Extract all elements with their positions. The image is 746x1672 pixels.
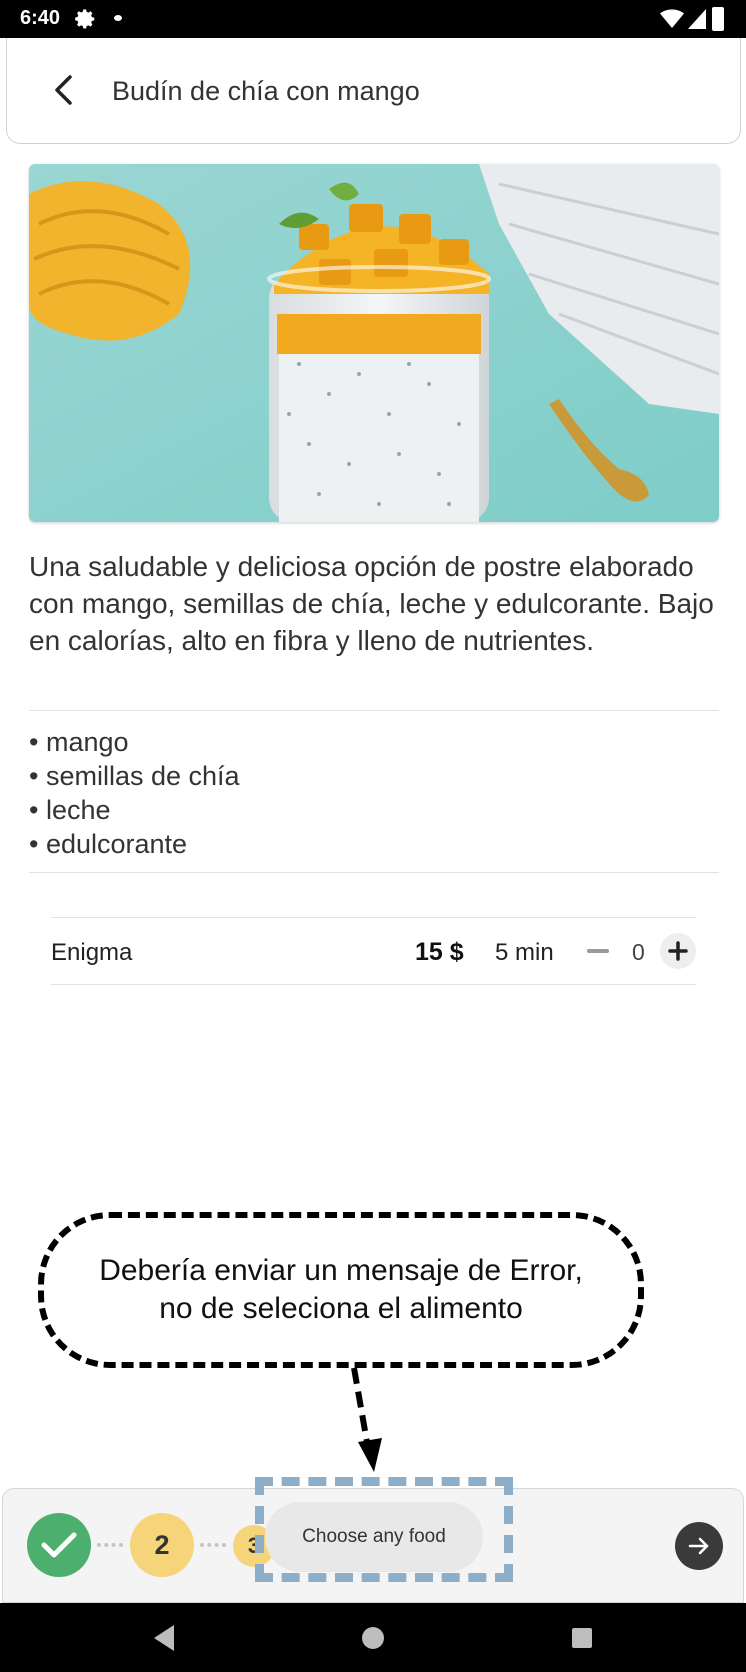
annotation-arrow	[351, 1367, 382, 1472]
wifi-icon	[660, 9, 684, 28]
step-2[interactable]: 2	[130, 1513, 194, 1577]
notification-dot-icon	[114, 15, 122, 21]
ingredient-item: edulcorante	[29, 827, 240, 861]
annotation-callout: Debería enviar un mensaje de Error, no d…	[38, 1212, 644, 1368]
recipe-image	[29, 164, 719, 522]
divider	[29, 872, 719, 873]
recipe-description: Una saludable y deliciosa opción de post…	[29, 551, 714, 656]
status-time: 6:40	[20, 7, 61, 29]
page-title: Budín de chía con mango	[112, 76, 420, 106]
nav-back-icon[interactable]	[150, 1623, 178, 1653]
arrow-right-icon	[688, 1537, 709, 1555]
system-nav-bar	[0, 1603, 746, 1672]
plus-icon	[668, 941, 688, 961]
increase-quantity-button[interactable]	[660, 933, 696, 969]
next-button[interactable]	[675, 1522, 723, 1570]
signal-icon	[688, 9, 706, 29]
nav-home-icon[interactable]	[362, 1627, 384, 1649]
chevron-left-icon	[55, 75, 72, 105]
quantity-value: 0	[632, 939, 645, 965]
battery-icon	[712, 7, 724, 31]
decrease-quantity-button[interactable]	[587, 949, 609, 953]
ingredient-item: mango	[29, 725, 240, 759]
highlight-frame	[255, 1477, 513, 1582]
ingredient-list: mango semillas de chía leche edulcorante	[29, 725, 240, 861]
option-name: Enigma	[51, 939, 133, 966]
divider	[29, 710, 719, 711]
step-1-done[interactable]	[27, 1513, 91, 1577]
option-row[interactable]: Enigma 15 $ 5 min 0	[51, 917, 696, 985]
annotation-text: no de seleciona el alimento	[159, 1292, 523, 1325]
ingredient-item: semillas de chía	[29, 759, 240, 793]
step-connector	[97, 1543, 123, 1547]
option-time: 5 min	[495, 939, 554, 966]
app-header: Budín de chía con mango	[6, 38, 741, 144]
annotation-text: Debería enviar un mensaje de Error,	[99, 1254, 583, 1287]
nav-recent-icon[interactable]	[572, 1628, 592, 1648]
back-button[interactable]	[45, 70, 81, 110]
check-icon	[41, 1532, 77, 1558]
option-price: 15 $	[415, 938, 464, 966]
status-bar: 6:40	[0, 0, 746, 38]
gear-icon	[75, 9, 95, 29]
step-connector	[200, 1543, 226, 1547]
ingredient-item: leche	[29, 793, 240, 827]
